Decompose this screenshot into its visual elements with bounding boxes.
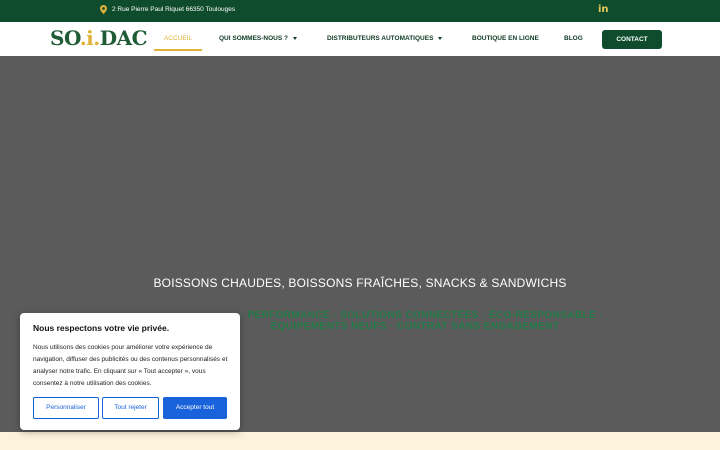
cookie-consent-dialog: Nous respectons votre vie privée. Nous u…: [20, 313, 240, 430]
logo-part-1: SO: [50, 26, 80, 50]
hero-title: BOISSONS CHAUDES, BOISSONS FRAÎCHES, SNA…: [153, 276, 567, 290]
nav-qui-sommes-nous[interactable]: QUI SOMMES-NOUS ?: [219, 35, 297, 42]
nav-label: QUI SOMMES-NOUS ?: [219, 35, 288, 42]
address: 2 Rue Pierre Paul Riquet 66350 Toulouges: [100, 5, 235, 14]
logo-dot: .i.: [79, 26, 101, 50]
cookie-text: Nous utilisons des cookies pour améliore…: [33, 344, 228, 387]
caret-down-icon: [438, 37, 443, 40]
nav-label: BOUTIQUE EN LIGNE: [472, 35, 539, 42]
hero-subtitle: … · PERFORMANCE · SOLUTIONS CONNECTÉES ·…: [227, 310, 603, 332]
nav-accueil[interactable]: ACCUEIL: [164, 35, 192, 42]
accept-all-button[interactable]: Accepter tout: [163, 397, 227, 419]
location-pin-icon: [100, 5, 107, 14]
reject-all-button[interactable]: Tout rejeter: [102, 397, 159, 419]
cookie-title: Nous respectons votre vie privée.: [33, 323, 170, 333]
logo[interactable]: SO.i.DAC: [50, 26, 148, 50]
caret-down-icon: [292, 37, 297, 40]
nav-label: DISTRIBUTEURS AUTOMATIQUES: [327, 35, 434, 42]
next-section-strip: [0, 432, 720, 450]
nav-label: BLOG: [564, 35, 583, 42]
nav-boutique[interactable]: BOUTIQUE EN LIGNE: [472, 35, 539, 42]
linkedin-icon[interactable]: in: [598, 4, 609, 15]
contact-button[interactable]: CONTACT: [602, 30, 662, 49]
active-underline: [154, 49, 202, 51]
site-header: SO.i.DAC ACCUEIL QUI SOMMES-NOUS ? DISTR…: [0, 22, 720, 56]
nav-label: ACCUEIL: [164, 35, 193, 42]
logo-part-2: DAC: [99, 26, 148, 50]
top-info-bar: 2 Rue Pierre Paul Riquet 66350 Toulouges…: [0, 0, 720, 22]
address-text: 2 Rue Pierre Paul Riquet 66350 Toulouges: [112, 6, 236, 13]
nav-distributeurs[interactable]: DISTRIBUTEURS AUTOMATIQUES: [327, 35, 443, 42]
customize-button[interactable]: Personnaliser: [33, 397, 99, 419]
nav-blog[interactable]: BLOG: [564, 35, 583, 42]
